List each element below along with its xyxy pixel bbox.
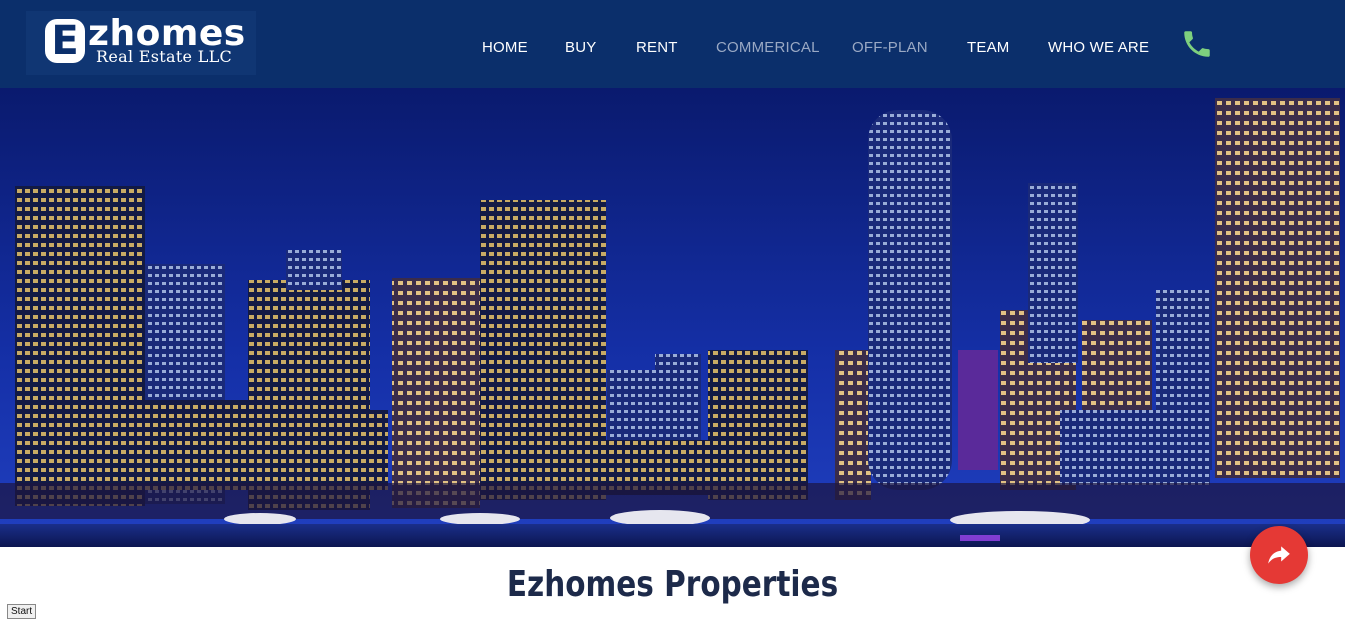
nav-home[interactable]: HOME xyxy=(482,38,528,58)
logo[interactable]: E zhomes Real Estate LLC xyxy=(26,11,256,75)
phone-icon[interactable] xyxy=(1180,27,1214,61)
nav-buy[interactable]: BUY xyxy=(565,38,596,58)
nav-rent[interactable]: RENT xyxy=(636,38,678,58)
nav-who-we-are[interactable]: WHO WE ARE xyxy=(1048,38,1149,58)
share-button[interactable] xyxy=(1250,526,1308,584)
start-button[interactable]: Start xyxy=(7,604,37,619)
share-icon xyxy=(1268,546,1290,564)
section-title: Ezhomes Properties xyxy=(506,564,839,605)
nav-off-plan[interactable]: OFF-PLAN xyxy=(852,38,928,58)
nav-team[interactable]: TEAM xyxy=(967,38,1009,58)
hero-skyline-image xyxy=(0,88,1345,547)
site-header: E zhomes Real Estate LLC HOME BUY RENT C… xyxy=(0,0,1345,88)
nav-commercial[interactable]: COMMERICAL xyxy=(716,38,820,58)
logo-mark: E xyxy=(45,19,85,63)
logo-subtitle: Real Estate LLC xyxy=(96,47,233,66)
